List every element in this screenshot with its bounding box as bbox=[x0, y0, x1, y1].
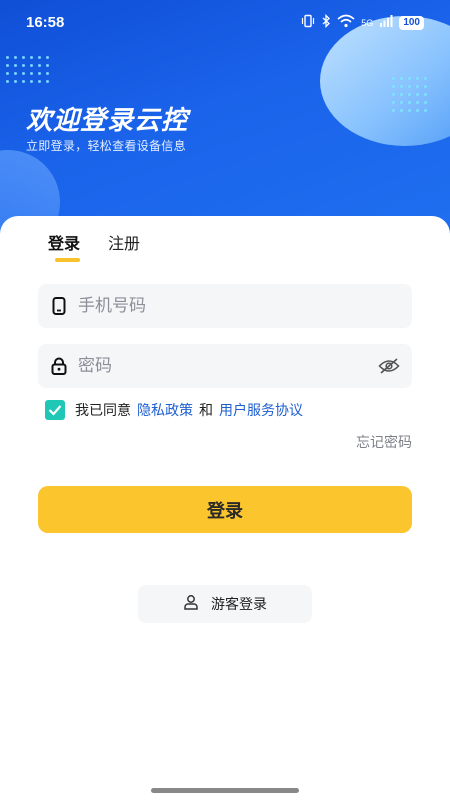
guest-login-button[interactable]: 游客登录 bbox=[138, 585, 312, 623]
privacy-policy-link[interactable]: 隐私政策 bbox=[137, 400, 193, 420]
status-bar: 16:58 5G 100 bbox=[0, 0, 450, 44]
agreement-row: 我已同意 隐私政策 和 用户服务协议 bbox=[45, 400, 303, 420]
signal-icon bbox=[379, 14, 393, 31]
auth-tabs: 登录 注册 bbox=[48, 230, 140, 254]
terms-link[interactable]: 用户服务协议 bbox=[219, 400, 303, 420]
phone-icon bbox=[50, 297, 68, 315]
agree-and-text: 和 bbox=[199, 403, 213, 419]
agree-checkbox[interactable] bbox=[45, 400, 65, 420]
status-time: 16:58 bbox=[26, 14, 65, 31]
network-type-label: 5G bbox=[361, 17, 374, 28]
tab-login[interactable]: 登录 bbox=[48, 230, 80, 254]
login-button[interactable]: 登录 bbox=[38, 486, 412, 533]
status-icons: 5G 100 bbox=[301, 13, 424, 31]
page-subtitle: 立即登录，轻松查看设备信息 bbox=[26, 139, 186, 153]
guest-login-label: 游客登录 bbox=[211, 597, 267, 613]
tab-register[interactable]: 注册 bbox=[108, 230, 140, 254]
home-indicator[interactable] bbox=[151, 788, 299, 793]
decorative-dot-grid bbox=[392, 77, 427, 112]
page-title: 欢迎登录云控 bbox=[26, 106, 189, 136]
check-icon bbox=[48, 405, 62, 416]
battery-level: 100 bbox=[399, 15, 424, 30]
agree-text: 我已同意 bbox=[75, 403, 131, 419]
wifi-icon bbox=[337, 14, 355, 31]
active-tab-indicator bbox=[55, 258, 80, 262]
vibrate-icon bbox=[301, 14, 315, 31]
phone-field bbox=[38, 284, 412, 328]
forgot-password-link[interactable]: 忘记密码 bbox=[356, 432, 412, 452]
password-field bbox=[38, 344, 412, 388]
password-input[interactable] bbox=[68, 344, 376, 388]
phone-input[interactable] bbox=[68, 284, 412, 328]
user-icon bbox=[183, 594, 199, 614]
lock-icon bbox=[50, 357, 68, 375]
eye-off-icon[interactable] bbox=[376, 353, 402, 379]
decorative-dot-grid bbox=[6, 56, 49, 83]
bluetooth-icon bbox=[321, 13, 331, 31]
